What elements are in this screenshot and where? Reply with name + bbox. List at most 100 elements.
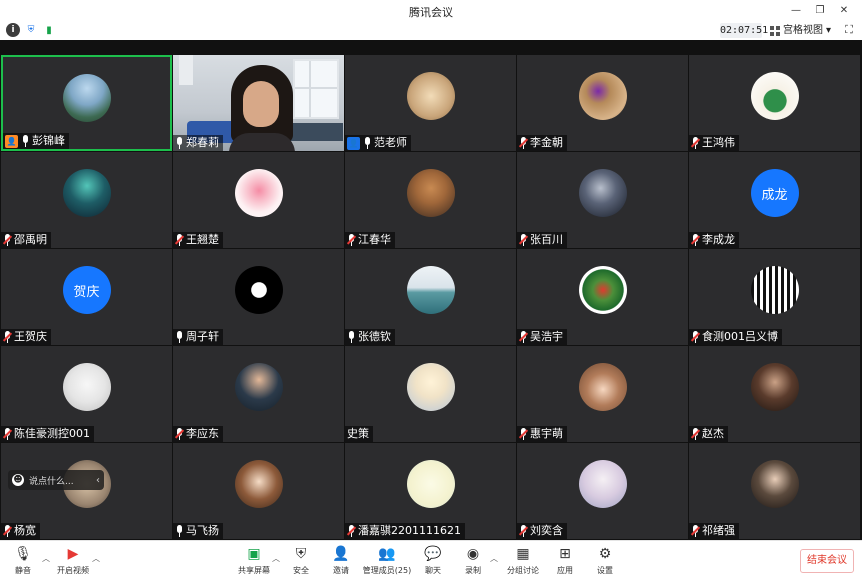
share-options-caret[interactable]: ︿ [272,553,280,564]
fullscreen-icon[interactable]: ⛶ [842,23,856,37]
settings-label: 设置 [597,566,613,575]
share-screen-button[interactable]: ▣ 共享屏幕 [238,544,270,578]
participant-tile[interactable]: 李应东 [173,346,344,442]
video-button[interactable]: ▶ 开启视频 [56,544,90,578]
participant-name: 张德钦 [358,330,391,343]
participant-name: 吴浩宇 [530,330,563,343]
participant-name: 范老师 [374,136,407,149]
participant-name-tag: 王鸿伟 [689,135,739,151]
microphone-muted-icon [518,137,529,149]
participant-tile[interactable]: 王鸿伟 [689,55,860,151]
participant-avatar: 成龙 [750,169,799,217]
participant-tile[interactable]: 成龙李成龙 [689,152,860,248]
participant-name-tag: 👤 范老师 [345,135,411,151]
participant-name-tag: 马飞扬 [173,523,223,539]
participant-name-tag: 张德钦 [345,329,395,345]
restore-icon[interactable]: ❐ [808,3,832,19]
participant-tile[interactable]: 张德钦 [345,249,516,345]
participant-tile[interactable]: 潘嘉骐2201111621 [345,443,516,539]
microphone-muted-icon [690,428,701,440]
breakout-label: 分组讨论 [507,566,539,575]
participant-name-tag: 邵禹明 [1,232,51,248]
view-mode-label: 宫格视图 [783,25,823,36]
participant-name: 赵杰 [702,427,724,440]
apps-button[interactable]: ⊞ 应用 [554,544,576,578]
participant-avatar [578,363,627,411]
participant-tile[interactable]: 杨宽 [1,443,172,539]
participant-tile[interactable]: 贺庆 王贺庆 [1,249,172,345]
meeting-window: 腾讯会议 — ❐ ✕ i ⛨ ▮ 02:07:51 宫格视图 ▾ ⛶ 👤 彭锦峰 郑… [0,0,862,580]
participant-avatar [62,74,111,122]
participant-tile[interactable]: 李金朝 [517,55,688,151]
invite-icon: 👤 [332,546,350,562]
microphone-muted-icon [174,234,185,246]
participant-tile[interactable]: 马飞扬 [173,443,344,539]
signal-icon[interactable]: ▮ [42,23,56,37]
participant-name: 张百川 [530,233,563,246]
participant-tile[interactable]: 王翘楚 [173,152,344,248]
participant-tile[interactable]: 陈佳豪测控001 [1,346,172,442]
participant-tile[interactable]: 史策 [345,346,516,442]
participant-name-tag: 潘嘉骐2201111621 [345,523,465,539]
participant-name-tag: 赵杰 [689,426,728,442]
participant-tile[interactable]: 邵禹明 [1,152,172,248]
participant-avatar [62,363,111,411]
end-meeting-button[interactable]: 结束会议 [800,549,854,573]
participant-tile[interactable]: 食测001吕义博 [689,249,860,345]
participant-tile[interactable]: 周子轩 [173,249,344,345]
chat-placeholder: 说点什么... [29,476,74,487]
chevron-left-icon[interactable]: ‹ [96,475,100,486]
microphone-muted-icon [174,428,185,440]
mute-button[interactable]: 🎙 静音 [10,544,36,578]
participant-tile[interactable]: 祁绪强 [689,443,860,539]
participant-avatar [234,266,283,314]
invite-button[interactable]: 👤 邀请 [330,544,352,578]
participant-avatar [578,266,627,314]
info-icon[interactable]: i [6,23,20,37]
security-button[interactable]: ⛨ 安全 [290,544,312,578]
participant-avatar [578,72,627,120]
chat-button[interactable]: 💬 聊天 [422,544,444,578]
microphone-muted-icon [690,525,701,537]
participant-tile[interactable]: 江春华 [345,152,516,248]
participant-tile[interactable]: 赵杰 [689,346,860,442]
microphone-muted-icon [518,331,529,343]
mute-options-caret[interactable]: ︿ [42,553,50,564]
participant-name: 邵禹明 [14,233,47,246]
breakout-button[interactable]: ▦ 分组讨论 [506,544,540,578]
microphone-icon [363,137,372,149]
participant-name: 食测001吕义博 [702,330,778,343]
microphone-muted-icon [690,137,701,149]
participant-tile[interactable]: 郑春莉 [173,55,344,151]
shield-icon[interactable]: ⛨ [24,23,38,37]
share-screen-icon: ▣ [247,546,261,562]
participant-name: 祁绪强 [702,524,735,537]
participant-avatar [406,72,455,120]
participant-name-tag: 食测001吕义博 [689,329,782,345]
participant-name-tag: 刘奕含 [517,523,567,539]
minimize-icon[interactable]: — [784,3,808,19]
participant-tile[interactable]: 吴浩宇 [517,249,688,345]
participant-tile[interactable]: 张百川 [517,152,688,248]
settings-button[interactable]: ⚙ 设置 [594,544,616,578]
participant-name-tag: 李金朝 [517,135,567,151]
microphone-icon: 🎙 [14,546,32,562]
participant-tile[interactable]: 刘奕含 [517,443,688,539]
participant-tile[interactable]: 👤 彭锦峰 [1,55,172,151]
view-mode-button[interactable]: 宫格视图 ▾ [770,23,831,38]
smile-icon[interactable]: ☻ [12,474,24,486]
record-button[interactable]: ◉ 录制 [462,544,484,578]
participant-name: 郑春莉 [186,136,219,149]
participant-tile[interactable]: 👤 范老师 [345,55,516,151]
microphone-muted-icon [346,234,357,246]
meeting-timer: 02:07:51 [720,23,769,38]
participant-avatar [406,169,455,217]
chat-input[interactable]: ☻ 说点什么... ‹ [8,470,104,490]
microphone-muted-icon [518,428,529,440]
record-options-caret[interactable]: ︿ [490,553,498,564]
participant-name: 李成龙 [702,233,735,246]
close-icon[interactable]: ✕ [832,3,856,19]
members-button[interactable]: 👥 管理成员(25) [363,544,411,578]
participant-tile[interactable]: 惠宇萌 [517,346,688,442]
video-options-caret[interactable]: ︿ [92,553,100,564]
